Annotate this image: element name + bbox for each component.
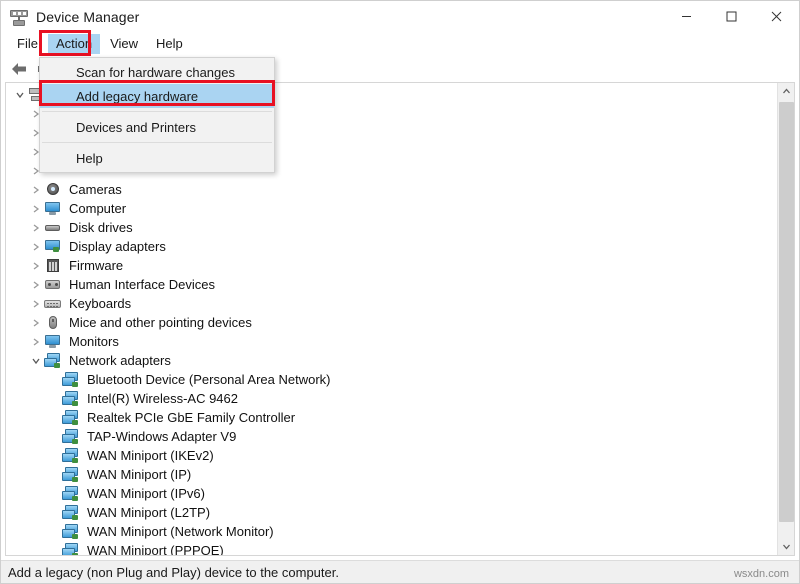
tree-row-label: Realtek PCIe GbE Family Controller [85, 409, 297, 426]
network-adapter-icon [62, 391, 80, 407]
dropdown-item-help[interactable]: Help [40, 146, 274, 170]
scrollbar-thumb[interactable] [779, 102, 794, 522]
network-adapter-icon [44, 353, 62, 369]
tree-row-label: Display adapters [67, 238, 168, 255]
hid-icon [44, 277, 62, 293]
status-bar-text: Add a legacy (non Plug and Play) device … [8, 565, 339, 580]
tree-row-label: Disk drives [67, 219, 135, 236]
tree-row-label: Monitors [67, 333, 121, 350]
menu-separator [42, 111, 272, 112]
title-bar: Device Manager [1, 1, 799, 32]
tree-row-human-interface-devices[interactable]: Human Interface Devices [6, 275, 777, 294]
tree-row-network-adapters[interactable]: Network adapters [6, 351, 777, 370]
tree-row-wan-miniport-l2tp[interactable]: WAN Miniport (L2TP) [6, 503, 777, 522]
tree-row-label: Computer [67, 200, 128, 217]
chevron-right-icon[interactable] [28, 186, 44, 194]
network-adapter-icon [62, 372, 80, 388]
device-manager-icon [10, 8, 28, 26]
keyboard-icon [44, 296, 62, 312]
minimize-icon[interactable] [664, 1, 709, 32]
tree-row-monitors[interactable]: Monitors [6, 332, 777, 351]
device-manager-window: Device Manager File Action View Help [0, 0, 800, 584]
tree-row-firmware[interactable]: Firmware [6, 256, 777, 275]
display-adapter-icon [44, 239, 62, 255]
action-menu-dropdown[interactable]: Scan for hardware changes Add legacy har… [39, 57, 275, 173]
tree-row-realtek-pcie-gbe-family-controller[interactable]: Realtek PCIe GbE Family Controller [6, 408, 777, 427]
network-adapter-icon [62, 410, 80, 426]
menu-separator [42, 142, 272, 143]
tree-row-label: Bluetooth Device (Personal Area Network) [85, 371, 333, 388]
network-adapter-icon [62, 429, 80, 445]
menu-item-file[interactable]: File [9, 34, 46, 54]
chevron-right-icon[interactable] [28, 338, 44, 346]
tree-row-wan-miniport-ipv6[interactable]: WAN Miniport (IPv6) [6, 484, 777, 503]
disk-drive-icon [44, 220, 62, 236]
tree-row-label: Keyboards [67, 295, 133, 312]
chevron-right-icon[interactable] [28, 224, 44, 232]
tree-row-intel-wireless-ac-9462[interactable]: Intel(R) Wireless-AC 9462 [6, 389, 777, 408]
window-controls [664, 1, 799, 32]
chevron-down-icon[interactable] [28, 357, 44, 365]
network-adapter-icon [62, 486, 80, 502]
network-adapter-icon [62, 543, 80, 556]
watermark: wsxdn.com [734, 568, 789, 580]
tree-row-bluetooth-device-personal-area-network[interactable]: Bluetooth Device (Personal Area Network) [6, 370, 777, 389]
tree-row-label: WAN Miniport (IP) [85, 466, 193, 483]
tree-row-label: Network adapters [67, 352, 173, 369]
tree-row-label: Firmware [67, 257, 125, 274]
maximize-icon[interactable] [709, 1, 754, 32]
tree-row-cameras[interactable]: Cameras [6, 180, 777, 199]
chevron-right-icon[interactable] [28, 281, 44, 289]
dropdown-item-scan-for-hardware-changes[interactable]: Scan for hardware changes [40, 60, 274, 84]
tree-row-label: WAN Miniport (L2TP) [85, 504, 212, 521]
tree-row-label: WAN Miniport (IPv6) [85, 485, 207, 502]
menu-item-help[interactable]: Help [148, 34, 191, 54]
menu-item-view[interactable]: View [102, 34, 146, 54]
chevron-right-icon[interactable] [28, 319, 44, 327]
dropdown-item-add-legacy-hardware[interactable]: Add legacy hardware [40, 84, 274, 108]
chevron-down-icon[interactable] [778, 538, 795, 555]
chevron-right-icon[interactable] [28, 205, 44, 213]
monitor-icon [44, 201, 62, 217]
tree-row-mice-and-other-pointing-devices[interactable]: Mice and other pointing devices [6, 313, 777, 332]
tree-row-label: Intel(R) Wireless-AC 9462 [85, 390, 240, 407]
tree-row-wan-miniport-network-monitor[interactable]: WAN Miniport (Network Monitor) [6, 522, 777, 541]
back-arrow-icon[interactable] [7, 58, 31, 80]
chevron-down-icon[interactable] [12, 91, 28, 99]
network-adapter-icon [62, 524, 80, 540]
tree-row-disk-drives[interactable]: Disk drives [6, 218, 777, 237]
close-icon[interactable] [754, 1, 799, 32]
dropdown-item-devices-and-printers[interactable]: Devices and Printers [40, 115, 274, 139]
chevron-right-icon[interactable] [28, 243, 44, 251]
tree-row-label: Human Interface Devices [67, 276, 217, 293]
tree-row-wan-miniport-ikev2[interactable]: WAN Miniport (IKEv2) [6, 446, 777, 465]
tree-row-label: TAP-Windows Adapter V9 [85, 428, 238, 445]
tree-row-keyboards[interactable]: Keyboards [6, 294, 777, 313]
tree-row-wan-miniport-ip[interactable]: WAN Miniport (IP) [6, 465, 777, 484]
window-title: Device Manager [36, 9, 139, 25]
network-adapter-icon [62, 505, 80, 521]
vertical-scrollbar[interactable] [777, 83, 794, 555]
tree-row-label: Mice and other pointing devices [67, 314, 254, 331]
tree-row-label: WAN Miniport (Network Monitor) [85, 523, 276, 540]
tree-row-label: Cameras [67, 181, 124, 198]
chevron-up-icon[interactable] [778, 83, 795, 100]
network-adapter-icon [62, 448, 80, 464]
network-adapter-icon [62, 467, 80, 483]
chevron-right-icon[interactable] [28, 262, 44, 270]
tree-row-tap-windows-adapter-v9[interactable]: TAP-Windows Adapter V9 [6, 427, 777, 446]
tree-row-wan-miniport-pppoe[interactable]: WAN Miniport (PPPOE) [6, 541, 777, 555]
monitor-icon [44, 334, 62, 350]
menu-item-action[interactable]: Action [48, 34, 100, 54]
tree-row-label: WAN Miniport (IKEv2) [85, 447, 216, 464]
status-bar: Add a legacy (non Plug and Play) device … [1, 560, 799, 583]
tree-row-label: WAN Miniport (PPPOE) [85, 542, 226, 555]
tree-row-computer[interactable]: Computer [6, 199, 777, 218]
mouse-icon [44, 315, 62, 331]
tree-row-display-adapters[interactable]: Display adapters [6, 237, 777, 256]
chevron-right-icon[interactable] [28, 300, 44, 308]
menu-bar: File Action View Help [1, 32, 799, 55]
camera-icon [44, 182, 62, 198]
firmware-icon [44, 258, 62, 274]
